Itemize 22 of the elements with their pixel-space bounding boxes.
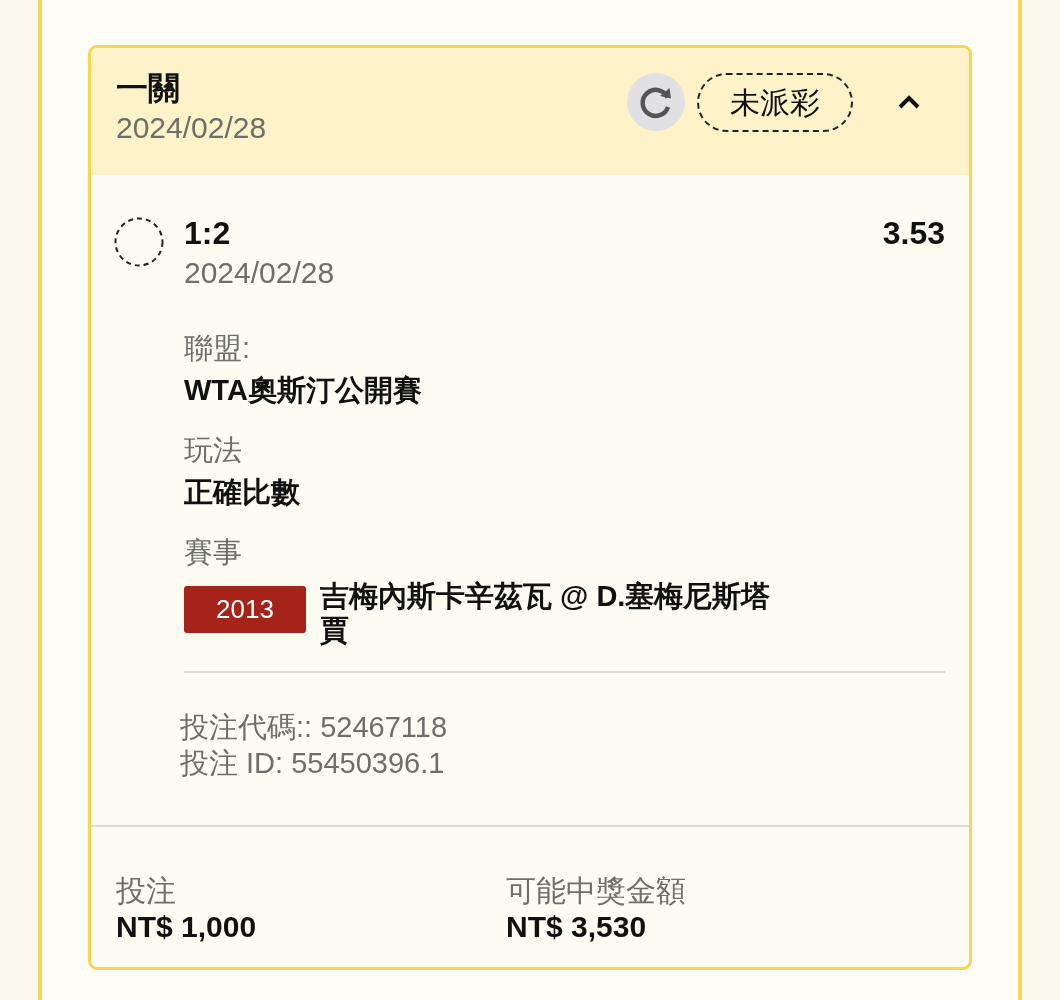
detail-label: 玩法: [184, 433, 243, 468]
detail-value: 正確比數: [184, 475, 301, 510]
chevron-up-icon[interactable]: [897, 94, 921, 110]
total-label: 投注: [116, 873, 177, 909]
total-amount: NT$ 3,530: [506, 909, 648, 945]
total-label: 可能中獎金額: [506, 873, 687, 909]
match-date: 2024/02/28: [184, 255, 336, 291]
refresh-icon[interactable]: [627, 73, 685, 131]
bet-type-title: 一關: [116, 69, 181, 108]
total-amount: NT$ 1,000: [116, 909, 258, 945]
event-number-tag: 2013: [184, 586, 306, 633]
status-badge: 未派彩: [697, 72, 853, 132]
dashed-circle-icon: [114, 217, 164, 267]
event-name: 吉梅內斯卡辛茲瓦 @ D.塞梅尼斯塔賈: [320, 579, 772, 647]
bet-id: 投注 ID: 55450396.1: [180, 746, 446, 781]
detail-label: 賽事: [184, 535, 243, 570]
bet-code: 投注代碼:: 52467118: [180, 710, 449, 745]
detail-value: WTA奧斯汀公開賽: [184, 373, 423, 408]
score-pick: 1:2: [184, 214, 231, 253]
bet-date: 2024/02/28: [116, 110, 267, 146]
detail-label: 聯盟:: [184, 331, 252, 366]
odds-value: 3.53: [882, 214, 945, 253]
